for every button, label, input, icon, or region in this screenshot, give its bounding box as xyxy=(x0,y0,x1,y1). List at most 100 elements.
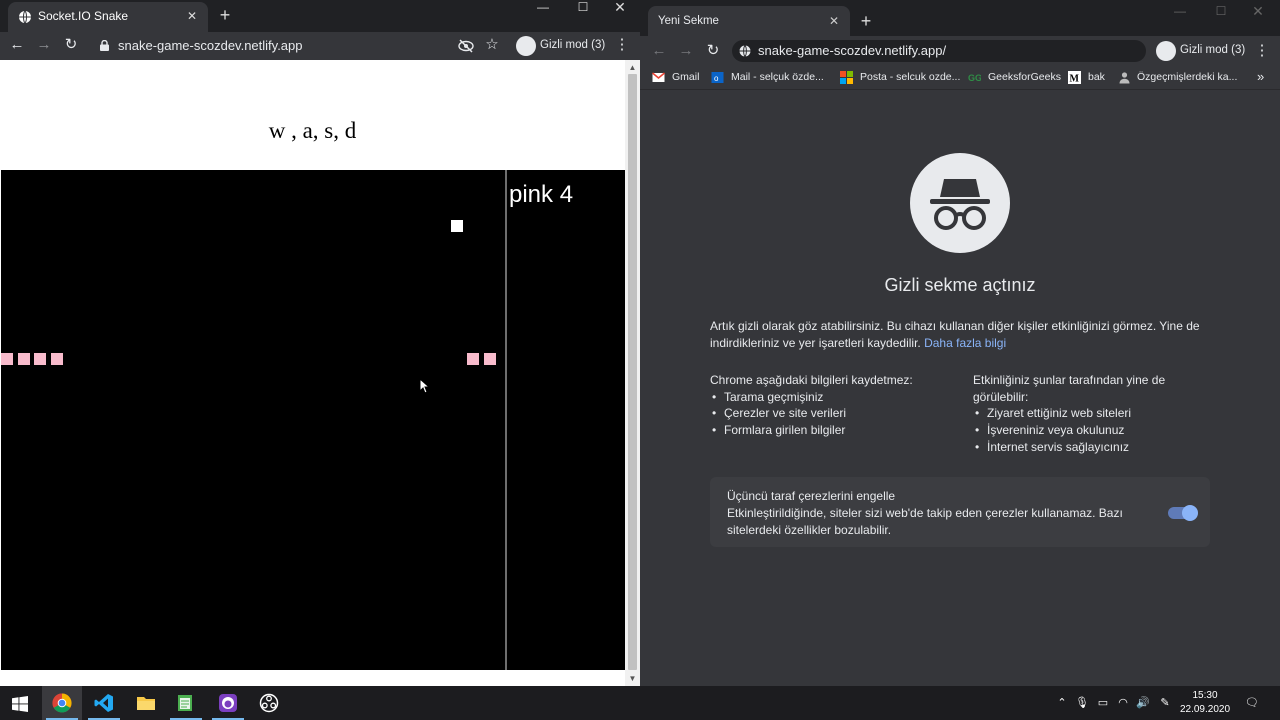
notifications-icon[interactable]: 🗨 xyxy=(1245,696,1259,710)
left-tab-strip: Socket.IO Snake ✕ + — ☐ ✕ xyxy=(0,0,640,32)
list-item: Çerezler ve site verileri xyxy=(710,405,950,422)
close-tab-icon[interactable]: ✕ xyxy=(184,8,200,24)
obs-icon xyxy=(259,693,279,713)
scroll-thumb[interactable] xyxy=(628,74,637,670)
forward-arrow-icon[interactable]: → xyxy=(677,42,695,60)
gmail-icon xyxy=(652,72,665,82)
page-scrollbar[interactable]: ▲ ▼ xyxy=(625,60,640,686)
incognito-label: Gizli mod (3) xyxy=(1180,44,1246,56)
bookmark-mail[interactable]: Mail - selçuk özde... xyxy=(731,71,824,83)
bookmark-bak[interactable]: bak xyxy=(1088,71,1105,83)
forward-arrow-icon[interactable]: → xyxy=(35,36,53,54)
incognito-avatar-icon xyxy=(1156,41,1176,61)
battery-icon[interactable]: ▭ xyxy=(1096,696,1110,710)
lock-icon xyxy=(100,40,109,51)
more-bookmarks-icon[interactable]: » xyxy=(1257,69,1264,84)
food-cell xyxy=(451,220,463,232)
minimize-button[interactable]: — xyxy=(523,0,563,28)
reload-icon[interactable]: ↻ xyxy=(62,36,80,54)
microsoft-icon xyxy=(840,71,853,84)
cookie-title: Üçüncü taraf çerezlerini engelle xyxy=(727,489,896,503)
back-arrow-icon[interactable]: ← xyxy=(8,36,26,54)
maximize-button[interactable]: ☐ xyxy=(563,0,603,28)
address-bar[interactable]: snake-game-scozdev.netlify.app xyxy=(118,38,303,53)
taskbar-github-desktop[interactable] xyxy=(208,686,248,720)
menu-kebab-icon[interactable]: ⋮ xyxy=(613,36,631,54)
page-viewport: w , a, s, d pink 4 xyxy=(0,60,625,686)
omnibox[interactable]: snake-game-scozdev.netlify.app/ xyxy=(732,40,1146,62)
new-tab-button[interactable]: + xyxy=(856,11,876,31)
incognito-logo xyxy=(910,153,1010,253)
close-window-button[interactable]: ✕ xyxy=(1238,4,1278,32)
menu-kebab-icon[interactable]: ⋮ xyxy=(1253,42,1271,60)
wifi-icon[interactable]: ◠ xyxy=(1116,696,1130,710)
taskbar-notepad[interactable] xyxy=(166,686,206,720)
bookmark-star-icon[interactable]: ☆ xyxy=(483,36,501,54)
learn-more-link[interactable]: Daha fazla bilgi xyxy=(924,336,1006,350)
incognito-new-tab-page: Gizli sekme açtınız Artık gizli olarak g… xyxy=(640,90,1280,686)
block-cookies-toggle[interactable] xyxy=(1168,505,1198,521)
left-browser-window: Socket.IO Snake ✕ + — ☐ ✕ ← → ↻ snake-ga… xyxy=(0,0,640,686)
snake-segment xyxy=(51,353,63,365)
right-toolbar: ← → ↻ snake-game-scozdev.netlify.app/ Gi… xyxy=(640,36,1280,66)
outlook-icon: o xyxy=(711,72,724,83)
svg-text:M: M xyxy=(1070,74,1080,85)
controls-hint: w , a, s, d xyxy=(268,118,357,143)
vscode-icon xyxy=(94,694,113,712)
toggle-knob xyxy=(1182,505,1198,521)
right-browser-window: Yeni Sekme ✕ + — ☐ ✕ ← → ↻ snake-game-sc… xyxy=(640,0,1280,686)
game-board[interactable] xyxy=(1,170,505,670)
taskbar-vscode[interactable] xyxy=(84,686,124,720)
incognito-title: Gizli sekme açtınız xyxy=(884,275,1036,295)
incognito-label: Gizli mod (3) xyxy=(540,39,606,51)
bookmark-gmail[interactable]: Gmail xyxy=(672,71,699,83)
right-tab-strip: Yeni Sekme ✕ + — ☐ ✕ xyxy=(640,0,1280,36)
cookie-description: Etkinleştirildiğinde, siteler sizi web'd… xyxy=(727,506,1123,537)
start-button[interactable] xyxy=(0,686,40,720)
incognito-spy-icon xyxy=(930,179,990,230)
scroll-down-icon[interactable]: ▼ xyxy=(625,673,640,685)
visible-to-heading: Etkinliğiniz şunlar tarafından yine de g… xyxy=(973,373,1166,404)
notepad-icon xyxy=(178,695,192,711)
minimize-button[interactable]: — xyxy=(1160,4,1200,32)
pen-icon[interactable]: ✎ xyxy=(1158,696,1172,710)
taskbar-obs[interactable] xyxy=(249,686,289,720)
snake-segment xyxy=(467,353,479,365)
incognito-intro: Artık gizli olarak göz atabilirsiniz. Bu… xyxy=(710,318,1210,351)
bookmarks-bar: Gmail o Mail - selçuk özde... Posta - se… xyxy=(640,66,1280,90)
microphone-icon[interactable]: 🎙 xyxy=(1075,696,1089,710)
incognito-chip[interactable]: Gizli mod (3) xyxy=(1156,40,1246,62)
clock-time: 15:30 xyxy=(1192,690,1218,701)
reload-icon[interactable]: ↻ xyxy=(704,42,722,60)
not-saved-section: Chrome aşağıdaki bilgileri kaydetmez: Ta… xyxy=(710,372,950,439)
system-clock[interactable]: 15:30 22.09.2020 xyxy=(1174,689,1236,717)
incognito-chip[interactable]: Gizli mod (3) xyxy=(516,35,605,57)
taskbar-chrome[interactable] xyxy=(42,686,82,720)
third-party-cookies-card: Üçüncü taraf çerezlerini engelle Etkinle… xyxy=(710,477,1210,547)
taskbar: ⌃ 🎙 ▭ ◠ 🔊 ✎ 15:30 22.09.2020 🗨 xyxy=(0,686,1280,720)
taskbar-file-explorer[interactable] xyxy=(126,686,166,720)
maximize-button[interactable]: ☐ xyxy=(1201,4,1241,32)
back-arrow-icon[interactable]: ← xyxy=(650,42,668,60)
github-icon xyxy=(219,694,237,712)
eye-slash-icon[interactable] xyxy=(458,39,474,53)
tab-new-tab[interactable]: Yeni Sekme ✕ xyxy=(648,6,850,36)
bookmark-geeksforgeeks[interactable]: GeeksforGeeks xyxy=(988,71,1061,83)
list-item: Tarama geçmişiniz xyxy=(710,389,950,406)
volume-icon[interactable]: 🔊 xyxy=(1136,696,1150,710)
clock-date: 22.09.2020 xyxy=(1179,704,1231,715)
show-hidden-icons-icon[interactable]: ⌃ xyxy=(1055,696,1069,710)
globe-icon xyxy=(19,10,31,24)
close-tab-icon[interactable]: ✕ xyxy=(826,13,842,29)
scroll-up-icon[interactable]: ▲ xyxy=(625,62,640,74)
close-window-button[interactable]: ✕ xyxy=(600,0,640,28)
bookmark-posta[interactable]: Posta - selcuk ozde... xyxy=(860,71,960,83)
tab-socketio-snake[interactable]: Socket.IO Snake ✕ xyxy=(8,2,208,32)
list-item: Formlara girilen bilgiler xyxy=(710,422,950,439)
new-tab-button[interactable]: + xyxy=(215,5,235,25)
tab-title: Socket.IO Snake xyxy=(38,9,129,23)
bookmark-ozgecmis[interactable]: Özgeçmişlerdeki ka... xyxy=(1137,71,1237,83)
visible-to-list: Ziyaret ettiğiniz web siteleri İşverenin… xyxy=(973,405,1193,455)
svg-text:GG: GG xyxy=(968,73,981,83)
score-panel: pink 4 xyxy=(507,170,625,670)
